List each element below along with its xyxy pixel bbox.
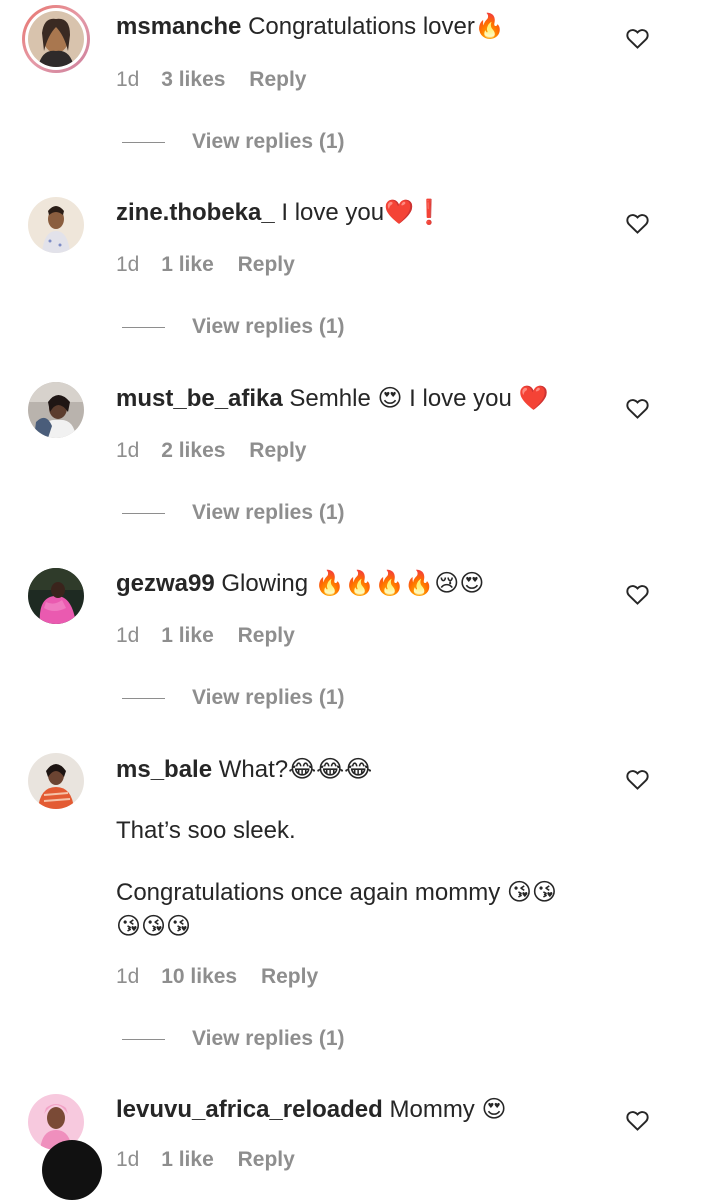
divider-dash bbox=[122, 326, 165, 328]
comment-likes[interactable]: 1 like bbox=[161, 624, 214, 647]
avatar-ms-bale[interactable] bbox=[28, 753, 84, 809]
divider-dash bbox=[122, 1038, 165, 1040]
view-replies-label: View replies (1) bbox=[192, 130, 345, 153]
like-heart-icon[interactable] bbox=[626, 28, 649, 49]
comment-meta: 1d 1 like Reply bbox=[116, 251, 295, 279]
reply-button[interactable]: Reply bbox=[249, 68, 306, 91]
view-replies-button[interactable]: View replies (1) bbox=[122, 499, 345, 527]
divider-dash bbox=[122, 141, 165, 143]
avatar-zine-thobeka[interactable] bbox=[28, 197, 84, 253]
comment-likes[interactable]: 3 likes bbox=[161, 68, 225, 91]
view-replies-label: View replies (1) bbox=[192, 1027, 345, 1050]
comment-username[interactable]: msmanche bbox=[116, 13, 241, 40]
comment-text-line: levuvu_africa_reloaded Mommy 😍 bbox=[116, 1093, 507, 1127]
comment-likes[interactable]: 1 like bbox=[161, 1148, 214, 1171]
avatar-gezwa99[interactable] bbox=[28, 568, 84, 624]
reply-button[interactable]: Reply bbox=[238, 1148, 295, 1171]
comment-time: 1d bbox=[116, 965, 140, 988]
comment-time: 1d bbox=[116, 1148, 140, 1171]
comment-username[interactable]: must_be_afika bbox=[116, 385, 283, 412]
comment-meta: 1d 2 likes Reply bbox=[116, 437, 306, 465]
comment-likes[interactable]: 10 likes bbox=[161, 965, 237, 988]
like-heart-icon[interactable] bbox=[626, 584, 649, 605]
reply-button[interactable]: Reply bbox=[238, 624, 295, 647]
like-heart-icon[interactable] bbox=[626, 1110, 649, 1131]
like-heart-icon[interactable] bbox=[626, 213, 649, 234]
divider-dash bbox=[122, 697, 165, 699]
comment-text-line: ms_bale What?😂😂😂 bbox=[116, 753, 372, 787]
next-avatar-partial bbox=[42, 1140, 102, 1200]
comment-time: 1d bbox=[116, 624, 140, 647]
comment-body: What?😂😂😂 bbox=[218, 756, 373, 783]
like-heart-icon[interactable] bbox=[626, 769, 649, 790]
comment-time: 1d bbox=[116, 253, 140, 276]
comment-body-line: Congratulations once again mommy 😘😘 bbox=[116, 879, 557, 906]
comment-body: I love you❤️❗ bbox=[281, 199, 444, 226]
reply-button[interactable]: Reply bbox=[261, 965, 318, 988]
comment-username[interactable]: gezwa99 bbox=[116, 570, 215, 597]
comment-username[interactable]: ms_bale bbox=[116, 756, 212, 783]
comment-meta: 1d 1 like Reply bbox=[116, 622, 295, 650]
comment-body: Congratulations lover🔥 bbox=[248, 13, 505, 40]
comment-text-line: msmanche Congratulations lover🔥 bbox=[116, 10, 505, 44]
comment-time: 1d bbox=[116, 68, 140, 91]
comment-meta: 1d 3 likes Reply bbox=[116, 66, 306, 94]
comment-likes[interactable]: 1 like bbox=[161, 253, 214, 276]
view-replies-button[interactable]: View replies (1) bbox=[122, 313, 345, 341]
comment-body: Glowing 🔥🔥🔥🔥😢😍 bbox=[221, 570, 485, 597]
comment-text-line: gezwa99 Glowing 🔥🔥🔥🔥😢😍 bbox=[116, 567, 484, 601]
avatar-photo bbox=[28, 11, 84, 67]
reply-button[interactable]: Reply bbox=[238, 253, 295, 276]
comment-body: Semhle 😍 I love you ❤️ bbox=[289, 385, 549, 412]
comment-body: Mommy 😍 bbox=[389, 1096, 507, 1123]
comment-text-line: zine.thobeka_ I love you❤️❗ bbox=[116, 196, 444, 230]
view-replies-button[interactable]: View replies (1) bbox=[122, 1025, 345, 1053]
view-replies-label: View replies (1) bbox=[192, 315, 345, 338]
view-replies-button[interactable]: View replies (1) bbox=[122, 684, 345, 712]
comment-likes[interactable]: 2 likes bbox=[161, 439, 225, 462]
avatar-photo bbox=[28, 753, 84, 809]
avatar-msmanche[interactable] bbox=[22, 5, 90, 73]
comment-body-line: That’s soo sleek. bbox=[116, 817, 296, 844]
view-replies-button[interactable]: View replies (1) bbox=[122, 128, 345, 156]
like-heart-icon[interactable] bbox=[626, 398, 649, 419]
avatar-photo bbox=[28, 568, 84, 624]
avatar-photo bbox=[28, 197, 84, 253]
avatar-must-be-afika[interactable] bbox=[28, 382, 84, 438]
comment-username[interactable]: zine.thobeka_ bbox=[116, 199, 275, 226]
comment-time: 1d bbox=[116, 439, 140, 462]
divider-dash bbox=[122, 512, 165, 514]
view-replies-label: View replies (1) bbox=[192, 501, 345, 524]
comment-username[interactable]: levuvu_africa_reloaded bbox=[116, 1096, 383, 1123]
comment-text-line: must_be_afika Semhle 😍 I love you ❤️ bbox=[116, 382, 548, 416]
comment-body-line: 😘😘😘 bbox=[116, 913, 192, 940]
comment-meta: 1d 1 like Reply bbox=[116, 1146, 295, 1174]
avatar-photo bbox=[28, 382, 84, 438]
view-replies-label: View replies (1) bbox=[192, 686, 345, 709]
comment-meta: 1d 10 likes Reply bbox=[116, 963, 318, 991]
reply-button[interactable]: Reply bbox=[249, 439, 306, 462]
